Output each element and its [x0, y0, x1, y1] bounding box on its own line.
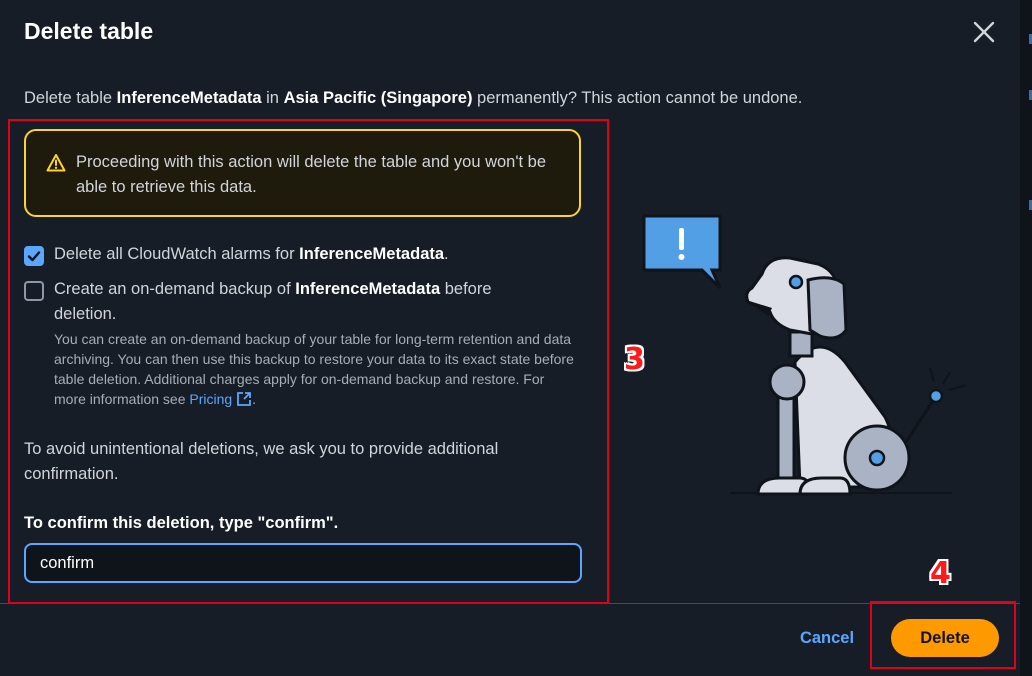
delete-table-dialog: Delete table Delete table InferenceMetad… — [0, 0, 1032, 676]
annotation-number-4: 4 — [930, 556, 951, 591]
close-button[interactable] — [970, 18, 998, 46]
cancel-button[interactable]: Cancel — [790, 622, 864, 654]
background-edge — [1020, 0, 1032, 676]
table-name: InferenceMetadata — [116, 89, 262, 107]
annotation-box-4 — [870, 601, 1016, 669]
dialog-description: Delete table InferenceMetadata in Asia P… — [24, 89, 803, 107]
region-name: Asia Pacific (Singapore) — [283, 89, 473, 107]
robot-dog-illustration — [642, 214, 967, 496]
dialog-title: Delete table — [24, 18, 154, 44]
annotation-box-3 — [8, 119, 609, 604]
annotation-number-3: 3 — [624, 342, 645, 377]
close-icon — [973, 21, 995, 43]
